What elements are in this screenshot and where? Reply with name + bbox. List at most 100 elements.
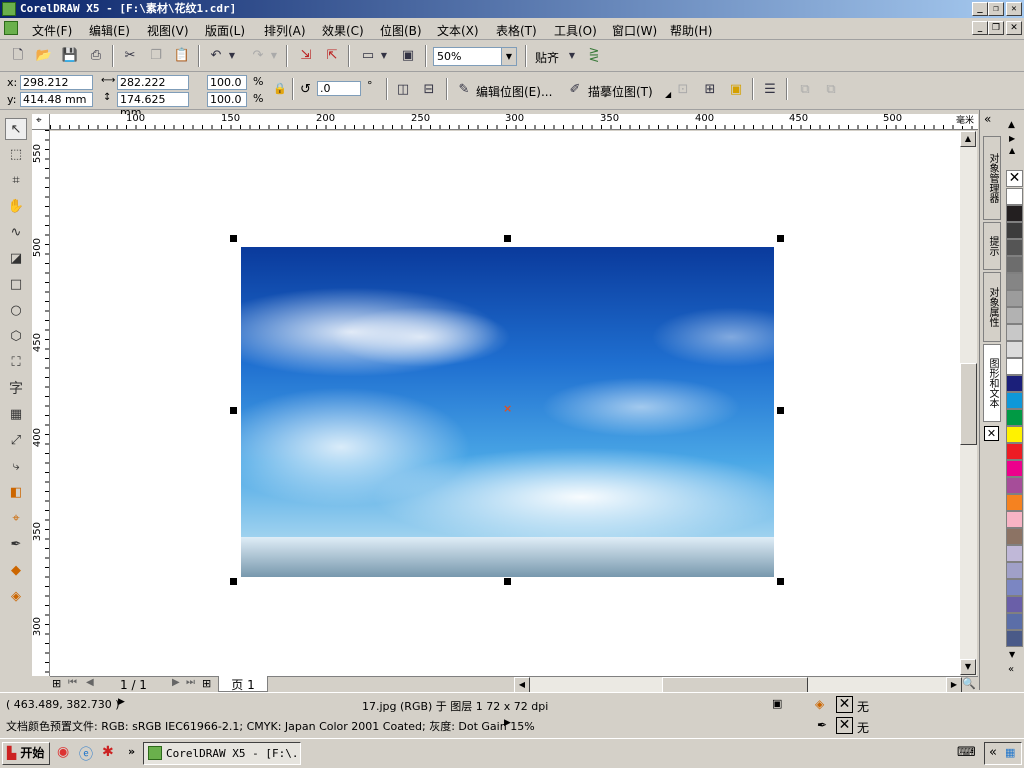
open-icon[interactable]: 📂 bbox=[34, 46, 54, 66]
docker-tab-graphics-text[interactable]: 图形和文本 bbox=[983, 344, 1001, 422]
menu-view[interactable]: 视图(V) bbox=[147, 22, 189, 39]
welcome-screen-icon[interactable]: ▣ bbox=[398, 46, 418, 66]
doc-minimize-button[interactable]: _ bbox=[972, 21, 988, 35]
docker-tab-object-manager[interactable]: 对象管理器 bbox=[983, 136, 1001, 220]
first-page-icon[interactable]: ⏮ bbox=[68, 677, 77, 688]
bitmap-color-mask-icon[interactable]: ▣ bbox=[726, 80, 746, 100]
eyedropper-tool-icon[interactable]: ⌖ bbox=[5, 508, 27, 530]
chrome-icon[interactable]: ◉ bbox=[57, 744, 69, 760]
y-position-field[interactable]: 414.48 mm bbox=[20, 92, 93, 107]
menu-bitmaps[interactable]: 位图(B) bbox=[380, 22, 422, 39]
color-swatch[interactable] bbox=[1006, 341, 1023, 358]
palette-expand-icon[interactable]: « bbox=[1008, 664, 1014, 675]
collapse-dockers-icon[interactable]: « bbox=[984, 112, 991, 126]
freehand-tool-icon[interactable]: ∿ bbox=[5, 222, 27, 244]
insert-page-before-icon[interactable]: ⊞ bbox=[52, 677, 61, 690]
trace-bitmap-button[interactable]: 描摹位图(T) bbox=[588, 83, 653, 100]
save-icon[interactable]: 💾 bbox=[60, 46, 80, 66]
menu-arrange[interactable]: 排列(A) bbox=[264, 22, 306, 39]
expand-status-icon[interactable]: ▶ bbox=[118, 697, 125, 707]
page-tab[interactable]: 页 1 bbox=[218, 676, 268, 692]
color-swatch[interactable] bbox=[1006, 477, 1023, 494]
copy-icon[interactable]: ❐ bbox=[146, 46, 166, 66]
ie-icon[interactable]: ⓔ bbox=[79, 744, 93, 764]
selection-handle[interactable] bbox=[504, 235, 511, 242]
mirror-horizontal-icon[interactable]: ◫ bbox=[393, 80, 413, 100]
color-swatch[interactable] bbox=[1006, 630, 1023, 647]
pan-tool-icon[interactable]: ✋ bbox=[5, 196, 27, 218]
trace-bitmap-icon[interactable]: ✐ bbox=[565, 80, 585, 100]
color-swatch[interactable] bbox=[1006, 375, 1023, 392]
vertical-scrollbar[interactable]: ▲ ▼ bbox=[960, 131, 977, 676]
chevron-down-icon[interactable]: ▼ bbox=[501, 48, 516, 65]
menu-table[interactable]: 表格(T) bbox=[496, 22, 537, 39]
scroll-left-button[interactable]: ◀ bbox=[514, 677, 530, 693]
outline-tool-icon[interactable]: ✒ bbox=[5, 534, 27, 556]
fill-none-swatch[interactable]: ✕ bbox=[836, 696, 853, 713]
doc-restore-button[interactable]: ❐ bbox=[988, 21, 1004, 35]
start-button[interactable]: ▙ 开始 bbox=[2, 742, 50, 765]
color-swatch[interactable] bbox=[1006, 460, 1023, 477]
color-swatch[interactable] bbox=[1006, 443, 1023, 460]
menu-layout[interactable]: 版面(L) bbox=[205, 22, 245, 39]
export-icon[interactable]: ⇱ bbox=[322, 46, 342, 66]
scale-x-field[interactable]: 100.0 bbox=[207, 75, 247, 90]
palette-options-icon[interactable]: ▶ bbox=[1009, 134, 1015, 143]
undo-icon[interactable]: ↶ bbox=[206, 46, 226, 66]
last-page-icon[interactable]: ⏭ bbox=[186, 677, 195, 688]
fill-tool-icon[interactable]: ◆ bbox=[5, 560, 27, 582]
menu-help[interactable]: 帮助(H) bbox=[670, 22, 712, 39]
menu-file[interactable]: 文件(F) bbox=[32, 22, 72, 39]
text-tool-icon[interactable]: 字 bbox=[5, 378, 27, 400]
docker-tab-object-properties[interactable]: 对象属性 bbox=[983, 272, 1001, 342]
to-front-icon[interactable]: ⧉ bbox=[795, 80, 815, 100]
zoom-nav-icon[interactable]: 🔍 bbox=[962, 677, 976, 690]
close-button[interactable]: ✕ bbox=[1006, 2, 1022, 16]
restore-button[interactable]: ❐ bbox=[988, 2, 1004, 16]
redo-dropdown-icon[interactable]: ▼ bbox=[268, 46, 280, 66]
to-back-icon[interactable]: ⧉ bbox=[821, 80, 841, 100]
color-swatch[interactable] bbox=[1006, 239, 1023, 256]
menu-effects[interactable]: 效果(C) bbox=[322, 22, 364, 39]
color-swatch[interactable] bbox=[1006, 205, 1023, 222]
color-swatch[interactable] bbox=[1006, 358, 1023, 375]
selection-handle[interactable] bbox=[777, 407, 784, 414]
palette-scroll-up-icon[interactable]: ▲ bbox=[1008, 120, 1015, 130]
color-swatch[interactable] bbox=[1006, 579, 1023, 596]
network-icon[interactable]: ▦ bbox=[1005, 746, 1015, 759]
color-swatch[interactable] bbox=[1006, 222, 1023, 239]
shape-tool-icon[interactable]: ⬚ bbox=[5, 144, 27, 166]
scroll-thumb[interactable] bbox=[960, 363, 977, 445]
app-quicklaunch-icon[interactable]: ✱ bbox=[102, 744, 114, 760]
color-swatch[interactable] bbox=[1006, 545, 1023, 562]
snap-dropdown-icon[interactable]: ▼ bbox=[566, 46, 578, 66]
scroll-up-button[interactable]: ▲ bbox=[960, 131, 976, 147]
color-swatch[interactable] bbox=[1006, 392, 1023, 409]
horizontal-ruler[interactable]: 100 150 200 250 300 350 400 450 500 毫米 bbox=[50, 114, 978, 130]
import-icon[interactable]: ⇲ bbox=[296, 46, 316, 66]
edit-bitmap-icon[interactable]: ✎ bbox=[454, 80, 474, 100]
color-swatch[interactable] bbox=[1006, 494, 1023, 511]
hscroll-thumb[interactable] bbox=[662, 677, 808, 693]
lock-ratio-icon[interactable]: 🔒 bbox=[273, 82, 287, 95]
selection-handle[interactable] bbox=[230, 578, 237, 585]
next-page-icon[interactable]: ▶ bbox=[172, 677, 180, 688]
snap-to-button[interactable]: 贴齐 bbox=[535, 49, 559, 66]
docker-tab-hints[interactable]: 提示 bbox=[983, 222, 1001, 270]
options-icon[interactable]: ⋛ bbox=[584, 46, 604, 66]
color-swatch[interactable] bbox=[1006, 409, 1023, 426]
interactive-fill-icon[interactable]: ◈ bbox=[5, 586, 27, 608]
wrap-text-icon[interactable]: ☰ bbox=[760, 80, 780, 100]
zoom-level-select[interactable]: 50% ▼ bbox=[433, 47, 517, 66]
scroll-down-button[interactable]: ▼ bbox=[960, 659, 976, 675]
doc-close-button[interactable]: ✕ bbox=[1006, 21, 1022, 35]
selection-handle[interactable] bbox=[777, 578, 784, 585]
color-swatch[interactable] bbox=[1006, 596, 1023, 613]
taskbar-item-coreldraw[interactable]: CorelDRAW X5 - [F:\... bbox=[143, 742, 301, 765]
rotation-field[interactable]: .0 bbox=[317, 81, 361, 96]
color-swatch[interactable] bbox=[1006, 188, 1023, 205]
expand-profile-icon[interactable]: ▶ bbox=[504, 718, 511, 728]
palette-scroll-down-icon[interactable]: ▼ bbox=[1009, 650, 1015, 659]
crop-bitmap-icon[interactable]: ⊡ bbox=[673, 80, 693, 100]
color-swatch[interactable] bbox=[1006, 307, 1023, 324]
